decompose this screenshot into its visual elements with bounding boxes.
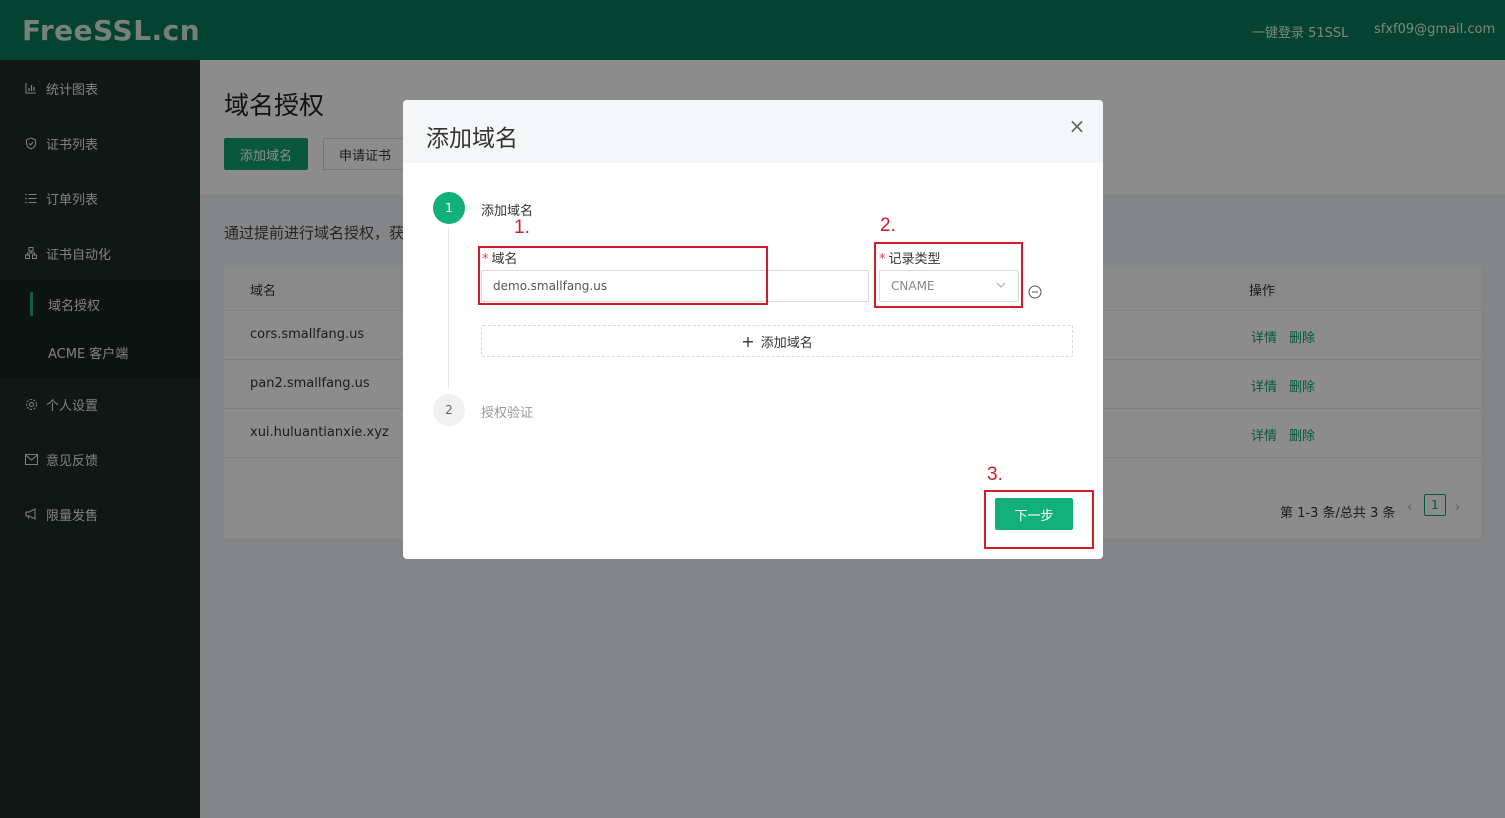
annotation-box-1	[478, 246, 768, 305]
step-2-indicator: 2	[433, 394, 465, 426]
step-2-title: 授权验证	[481, 406, 534, 421]
annotation-label-1: 1.	[514, 217, 530, 238]
remove-row-icon[interactable]	[1028, 284, 1043, 299]
modal-header: 添加域名 ×	[403, 100, 1103, 163]
step-connector	[448, 228, 449, 388]
annotation-box-3	[984, 490, 1094, 549]
add-domain-label: 添加域名	[760, 335, 813, 351]
close-icon[interactable]: ×	[1067, 116, 1087, 136]
annotation-box-2	[874, 242, 1023, 308]
step-1-indicator: 1	[433, 192, 465, 224]
plus-icon: +	[741, 331, 755, 351]
annotation-label-3: 3.	[987, 464, 1003, 485]
annotation-label-2: 2.	[880, 215, 896, 236]
add-another-domain-button[interactable]: + 添加域名	[481, 325, 1073, 357]
modal-title: 添加域名	[426, 126, 518, 152]
